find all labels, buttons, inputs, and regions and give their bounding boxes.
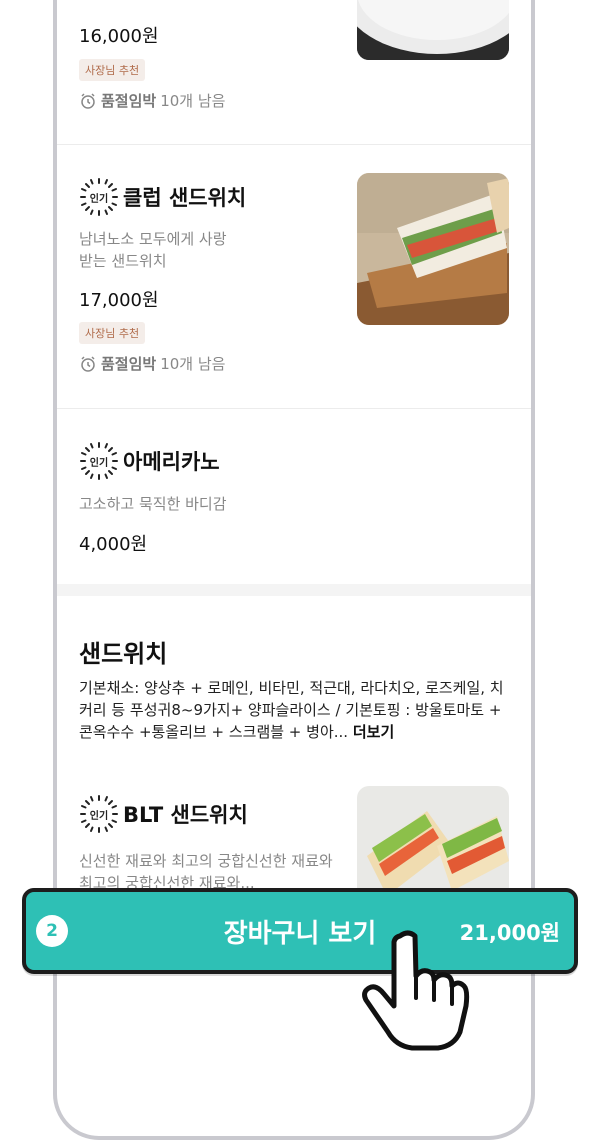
menu-item[interactable]: 16,000원 사장님 추천 품절임박 10개 남음 xyxy=(57,0,531,144)
section-description: 기본채소: 양상추 + 로메인, 비타민, 적근대, 라다치오, 로즈케일, 치… xyxy=(79,677,515,743)
popular-badge-label: 인기 xyxy=(89,193,109,205)
section-divider xyxy=(57,584,531,596)
alarm-clock-icon xyxy=(81,92,95,109)
item-name: 클럽 샌드위치 xyxy=(123,186,247,210)
item-price: 16,000원 xyxy=(79,26,159,47)
stock-urgent-label: 품절임박 xyxy=(101,355,157,373)
stock-status: 품절임박 10개 남음 xyxy=(79,90,225,111)
stock-remaining: 10개 남음 xyxy=(160,92,226,110)
item-price: 4,000원 xyxy=(79,534,148,555)
item-description: 고소하고 묵직한 바디감 xyxy=(79,495,227,513)
menu-item[interactable]: 인기 클럽 샌드위치 남녀노소 모두에게 사랑받는 샌드위치 17,000원 사… xyxy=(57,145,531,408)
popular-badge: 인기 xyxy=(79,177,119,217)
item-price: 17,000원 xyxy=(79,290,159,311)
more-link[interactable]: 더보기 xyxy=(353,723,394,741)
club-sandwich-photo xyxy=(357,173,509,325)
view-cart-button[interactable]: 2 장바구니 보기 21,000원 xyxy=(22,888,578,974)
section-description-text: 기본채소: 양상추 + 로메인, 비타민, 적근대, 라다치오, 로즈케일, 치… xyxy=(79,679,504,741)
item-description: 남녀노소 모두에게 사랑받는 샌드위치 xyxy=(79,230,227,270)
recommend-tag: 사장님 추천 xyxy=(79,322,146,344)
recommend-tag: 사장님 추천 xyxy=(79,59,146,81)
pointing-hand-icon xyxy=(362,930,470,1051)
stock-remaining: 10개 남음 xyxy=(160,355,226,373)
stock-urgent-label: 품절임박 xyxy=(101,92,157,110)
section-title: 샌드위치 xyxy=(79,640,168,668)
stock-status: 품절임박 10개 남음 xyxy=(79,353,225,374)
popular-badge: 인기 xyxy=(79,794,119,834)
dish-photo xyxy=(357,0,509,60)
popular-badge: 인기 xyxy=(79,441,119,481)
item-name: BLT 샌드위치 xyxy=(123,803,248,827)
menu-item[interactable]: 인기 아메리카노 고소하고 묵직한 바디감 4,000원 xyxy=(57,409,531,584)
popular-badge-label: 인기 xyxy=(89,810,109,822)
popular-badge-label: 인기 xyxy=(89,457,109,469)
cart-total: 21,000원 xyxy=(459,921,560,945)
item-name: 아메리카노 xyxy=(123,450,220,474)
alarm-clock-icon xyxy=(81,355,95,372)
